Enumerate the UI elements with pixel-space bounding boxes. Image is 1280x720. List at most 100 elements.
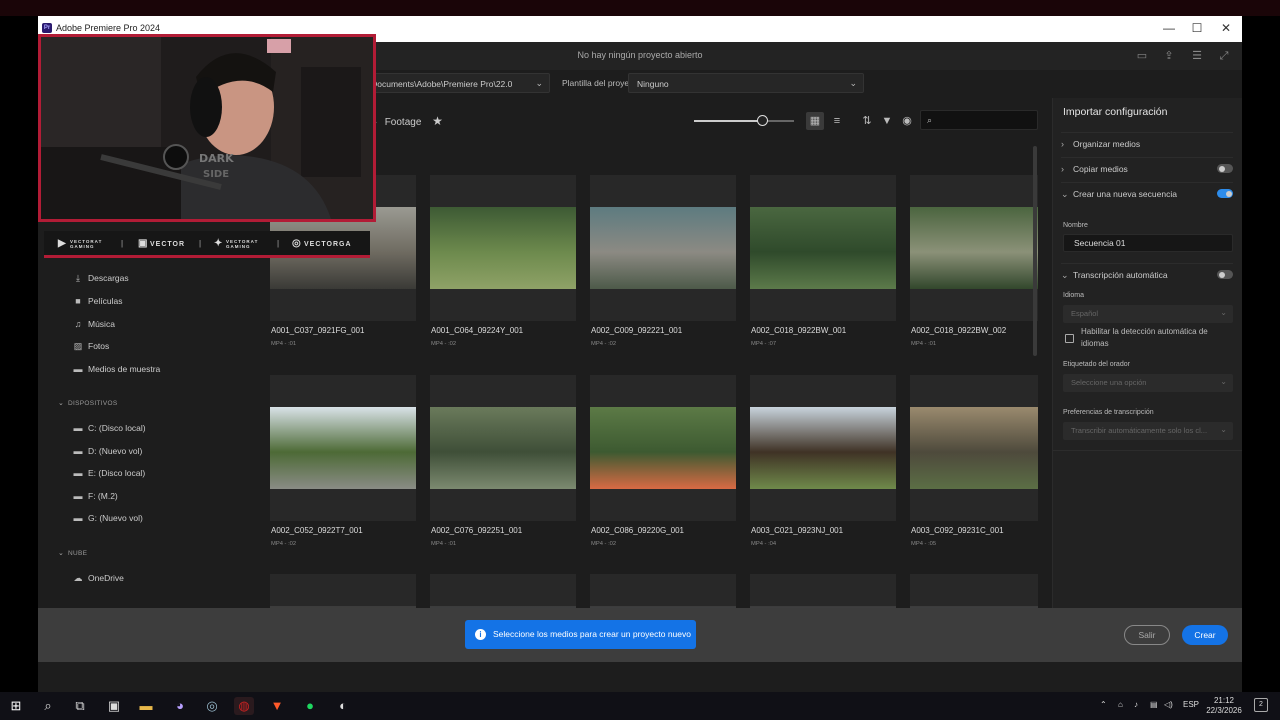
chevron-down-icon: ⌄ <box>1220 377 1227 386</box>
media-card[interactable] <box>910 175 1038 321</box>
media-thumbnail[interactable] <box>910 407 1038 489</box>
grid-view-icon[interactable]: ▦ <box>806 112 824 130</box>
app-icon-2[interactable]: ◐ <box>333 697 353 715</box>
share-icon[interactable]: ⇪ <box>1161 48 1177 64</box>
search-icon[interactable]: ⌕ <box>38 697 58 715</box>
sidebar-item-drive-c[interactable]: ▬ C: (Disco local) <box>72 421 146 435</box>
copy-media-toggle[interactable] <box>1217 164 1233 173</box>
list-view-icon[interactable]: ≡ <box>828 112 846 130</box>
media-thumbnail[interactable] <box>590 207 736 289</box>
discord-icon[interactable]: ◕ <box>170 697 190 715</box>
spotify-icon[interactable]: ● <box>300 697 320 715</box>
media-meta: MP4 - :02 <box>591 541 617 547</box>
exit-button[interactable]: Salir <box>1124 625 1170 645</box>
sidebar-item-music[interactable]: ♫ Música <box>72 317 115 331</box>
media-thumbnail[interactable] <box>910 207 1038 289</box>
sidebar-item-onedrive[interactable]: ☁ OneDrive <box>72 571 124 585</box>
media-card[interactable] <box>910 375 1038 521</box>
media-card[interactable] <box>590 375 736 521</box>
grid-scrollbar[interactable] <box>1033 146 1037 356</box>
create-button[interactable]: Crear <box>1182 625 1228 645</box>
twitter-icon: ✦ <box>214 238 224 249</box>
obs-icon[interactable]: ◍ <box>234 697 254 715</box>
transcription-prefs-select[interactable]: Transcribir automáticamente solo los cl.… <box>1063 422 1233 440</box>
media-thumbnail[interactable] <box>270 407 416 489</box>
media-card[interactable] <box>270 375 416 521</box>
search-input[interactable]: ⌕ <box>920 110 1038 130</box>
eye-icon[interactable]: ◉ <box>898 112 916 130</box>
media-card[interactable] <box>590 175 736 321</box>
chevron-down-icon: ⌄ <box>535 78 543 88</box>
media-name: A002_C018_0922BW_002 <box>911 326 1007 335</box>
sidebar-item-movies[interactable]: ■ Películas <box>72 294 122 308</box>
network-icon[interactable]: ⌂ <box>1118 700 1123 709</box>
media-thumbnail[interactable] <box>750 207 896 289</box>
clock[interactable]: 21:12 22/3/2026 <box>1206 696 1242 716</box>
template-select[interactable]: Ninguno ⌄ <box>628 73 864 93</box>
thumbnail-zoom-handle[interactable] <box>757 115 768 126</box>
language-indicator[interactable]: ESP <box>1183 700 1199 709</box>
devices-header[interactable]: ⌄ DISPOSITIVOS <box>58 399 117 407</box>
organize-media-row[interactable]: › Organizar medios <box>1061 132 1233 154</box>
sequence-name-field[interactable]: Secuencia 01 <box>1063 234 1233 252</box>
media-card[interactable] <box>910 574 1038 608</box>
media-card[interactable] <box>270 574 416 608</box>
media-card[interactable] <box>430 175 576 321</box>
sidebar-item-drive-g[interactable]: ▬ G: (Nuevo vol) <box>72 511 143 525</box>
copy-media-row[interactable]: › Copiar medios <box>1061 157 1233 179</box>
minimize-button[interactable]: — <box>1159 18 1179 38</box>
media-name: A002_C018_0922BW_001 <box>751 326 847 335</box>
auto-detect-checkbox[interactable] <box>1065 334 1074 343</box>
sidebar-item-drive-f[interactable]: ▬ F: (M.2) <box>72 489 118 503</box>
panel-divider <box>1053 450 1242 451</box>
toggle-knob <box>1218 165 1225 172</box>
sidebar-item-drive-e[interactable]: ▬ E: (Disco local) <box>72 466 146 480</box>
media-thumbnail[interactable] <box>750 407 896 489</box>
menu-icon[interactable]: ☰ <box>1189 48 1205 64</box>
media-thumbnail[interactable] <box>430 407 576 489</box>
task-view-icon[interactable]: ⧉ <box>70 697 90 715</box>
workspace-icon[interactable]: ▭ <box>1134 48 1150 64</box>
new-sequence-row[interactable]: ⌄ Crear una nueva secuencia <box>1061 182 1233 204</box>
language-select[interactable]: Español ⌄ <box>1063 305 1233 323</box>
close-button[interactable]: ✕ <box>1216 18 1236 38</box>
sidebar-item-downloads[interactable]: ⤓ Descargas <box>72 271 129 285</box>
sort-icon[interactable]: ⇅ <box>858 112 876 130</box>
microphone-icon[interactable]: ♪ <box>1134 700 1138 709</box>
brave-browser-icon[interactable]: ▼ <box>267 697 287 715</box>
filter-icon[interactable]: ▼ <box>878 112 896 130</box>
toggle-knob <box>1218 271 1225 278</box>
sidebar-item-sample-media[interactable]: ▬ Medios de muestra <box>72 362 161 376</box>
volume-icon[interactable]: ◁) <box>1164 700 1173 709</box>
language-label: Idioma <box>1063 292 1085 299</box>
notifications-badge[interactable]: 2 <box>1254 698 1268 712</box>
video-icon: ■ <box>75 296 81 306</box>
fullscreen-icon[interactable]: ⤢ <box>1216 48 1232 64</box>
media-card[interactable] <box>590 574 736 608</box>
media-thumbnail[interactable] <box>430 207 576 289</box>
file-explorer-icon[interactable]: ▬ <box>136 697 156 715</box>
sidebar-item-photos[interactable]: ▨ Fotos <box>72 339 110 353</box>
start-icon[interactable]: ⊞ <box>6 697 26 715</box>
media-card[interactable] <box>750 175 896 321</box>
chevron-down-icon: ⌄ <box>1061 189 1069 199</box>
toggle-knob <box>1225 190 1232 197</box>
wifi-icon[interactable]: ▤ <box>1150 700 1158 709</box>
media-card[interactable] <box>750 574 896 608</box>
favorite-star-icon[interactable]: ★ <box>432 114 443 128</box>
sidebar-item-drive-d[interactable]: ▬ D: (Nuevo vol) <box>72 444 143 458</box>
media-card[interactable] <box>750 375 896 521</box>
cloud-header[interactable]: ⌄ NUBE <box>58 549 87 557</box>
media-card[interactable] <box>430 375 576 521</box>
auto-transcription-toggle[interactable] <box>1217 270 1233 279</box>
media-thumbnail[interactable] <box>590 407 736 489</box>
app-icon-1[interactable]: ▣ <box>104 697 124 715</box>
new-sequence-toggle[interactable] <box>1217 189 1233 198</box>
tray-chevron-icon[interactable]: ⌃ <box>1100 700 1107 709</box>
media-card[interactable] <box>430 574 576 608</box>
steam-icon[interactable]: ◎ <box>202 697 222 715</box>
auto-transcription-row[interactable]: ⌄ Transcripción automática <box>1061 263 1233 285</box>
maximize-button[interactable]: ☐ <box>1187 18 1207 38</box>
speaker-select[interactable]: Seleccione una opción ⌄ <box>1063 374 1233 392</box>
separator: | <box>199 239 202 248</box>
